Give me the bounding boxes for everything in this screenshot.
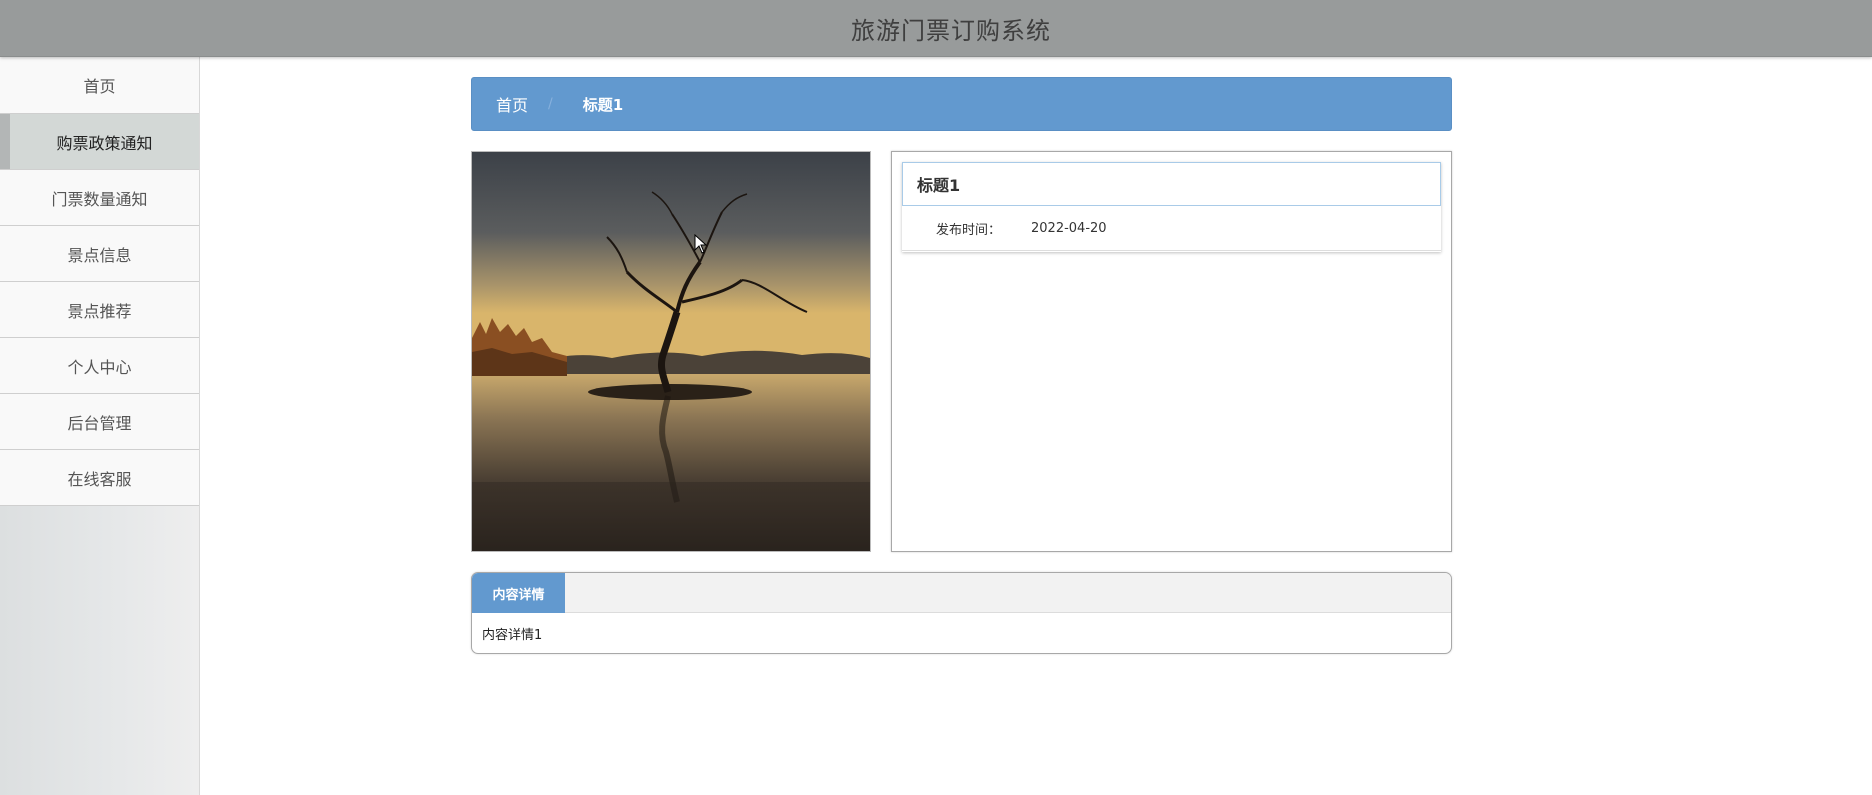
sidebar-item-label: 在线客服 <box>67 469 132 489</box>
sidebar-item-ticket-quantity[interactable]: 门票数量通知 <box>0 170 199 226</box>
sidebar-item-admin[interactable]: 后台管理 <box>0 394 199 450</box>
detail-info-panel: 标题1 发布时间： 2022-04-20 <box>891 151 1452 552</box>
sidebar-nav: 首页 购票政策通知 门票数量通知 景点信息 景点推荐 个人中心 后台管理 在线客… <box>0 57 199 506</box>
breadcrumb-current: 标题1 <box>582 95 624 114</box>
sidebar-item-label: 首页 <box>83 77 116 96</box>
detail-info-card: 标题1 发布时间： 2022-04-20 <box>902 162 1441 252</box>
sidebar: 首页 购票政策通知 门票数量通知 景点信息 景点推荐 个人中心 后台管理 在线客… <box>0 57 200 795</box>
sidebar-item-label: 景点推荐 <box>67 301 132 321</box>
sidebar-item-scenic-recommend[interactable]: 景点推荐 <box>0 282 199 338</box>
sidebar-item-label: 门票数量通知 <box>51 189 148 209</box>
sidebar-item-personal-center[interactable]: 个人中心 <box>0 338 199 394</box>
detail-title: 标题1 <box>902 162 1441 206</box>
content-detail-panel: 内容详情 内容详情1 <box>471 572 1452 654</box>
breadcrumb-separator: / <box>548 96 553 112</box>
content-tab-bar: 内容详情 <box>472 573 1451 613</box>
top-header: 旅游门票订购系统 <box>0 0 1872 57</box>
sidebar-item-online-service[interactable]: 在线客服 <box>0 450 199 506</box>
lake-tree-photo <box>472 152 870 551</box>
breadcrumb: 首页 / 标题1 <box>471 77 1452 131</box>
sidebar-item-home[interactable]: 首页 <box>0 57 199 114</box>
publish-time-label: 发布时间： <box>935 222 1001 238</box>
sidebar-item-scenic-info[interactable]: 景点信息 <box>0 226 199 282</box>
publish-time-value: 2022-04-20 <box>1031 220 1107 236</box>
sidebar-item-label: 后台管理 <box>67 413 132 433</box>
content-body: 内容详情1 <box>482 628 543 643</box>
sidebar-item-label: 景点信息 <box>67 245 132 265</box>
sidebar-item-ticket-policy[interactable]: 购票政策通知 <box>0 114 199 170</box>
mouse-cursor-icon <box>694 234 708 254</box>
publish-time-row: 发布时间： 2022-04-20 <box>902 206 1441 251</box>
site-title: 旅游门票订购系统 <box>851 16 1051 45</box>
sidebar-item-label: 个人中心 <box>67 357 132 377</box>
detail-image <box>471 151 871 552</box>
breadcrumb-home-link[interactable]: 首页 <box>496 92 528 116</box>
tab-content-detail[interactable]: 内容详情 <box>472 573 565 613</box>
sidebar-item-label: 购票政策通知 <box>56 133 153 153</box>
